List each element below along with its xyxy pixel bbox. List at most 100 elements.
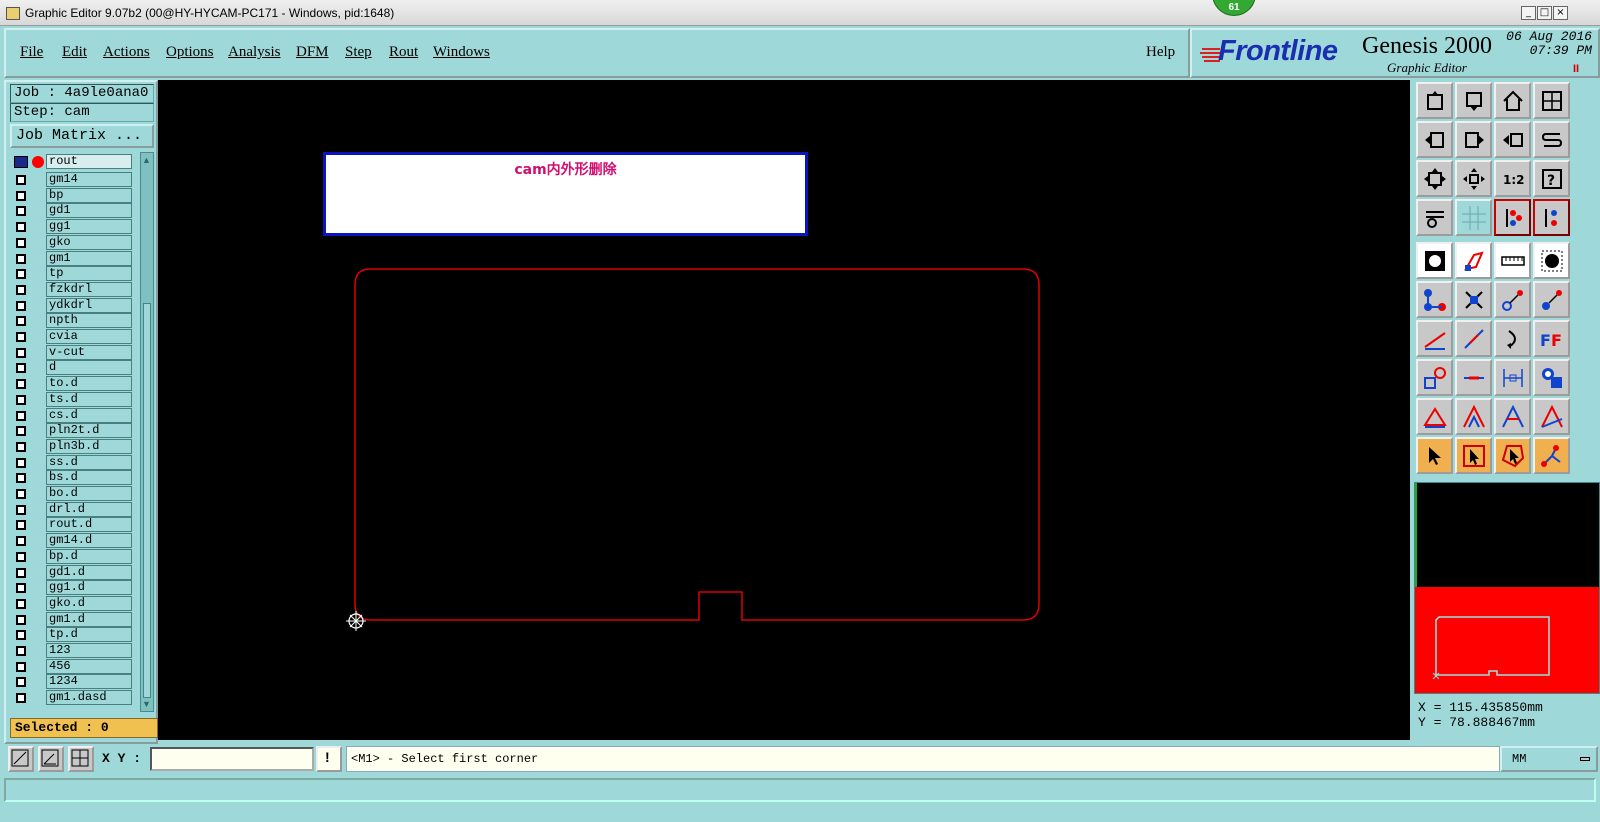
zoom-out-icon[interactable] xyxy=(8,746,34,772)
layer-name[interactable]: 123 xyxy=(46,643,132,658)
layer-checkbox[interactable] xyxy=(16,441,26,452)
layer-checkbox[interactable] xyxy=(16,426,26,437)
layer-checkbox[interactable] xyxy=(16,237,26,248)
layer-name[interactable]: gm14.d xyxy=(46,533,132,549)
tool-triangle-both-icon[interactable] xyxy=(1533,398,1570,435)
layer-checkbox[interactable] xyxy=(16,284,26,295)
layer-name[interactable]: gm1.d xyxy=(46,611,132,627)
tool-triangle-red-icon[interactable] xyxy=(1416,398,1453,435)
layer-checkbox[interactable] xyxy=(16,410,26,421)
layer-scrollbar[interactable]: ▲ ▼ xyxy=(140,152,154,712)
menu-edit[interactable]: Edit xyxy=(62,44,87,61)
layer-row[interactable]: gg1 xyxy=(10,219,136,235)
menu-file[interactable]: File xyxy=(20,44,43,61)
layer-row[interactable]: gko xyxy=(10,234,136,251)
layer-name-active[interactable]: rout xyxy=(46,154,132,169)
layer-row[interactable]: gm1.dasd xyxy=(10,690,136,706)
tool-select-net-icon[interactable] xyxy=(1533,437,1570,474)
layer-name[interactable]: pln3b.d xyxy=(46,438,132,454)
layer-row[interactable]: to.d xyxy=(10,376,136,392)
close-button[interactable]: × xyxy=(1553,6,1568,20)
layer-row[interactable]: 456 xyxy=(10,658,136,675)
tool-text-f-icon[interactable]: FF xyxy=(1533,320,1570,357)
tool-line-angle-icon[interactable] xyxy=(1416,320,1453,357)
layer-row[interactable]: drl.d xyxy=(10,501,136,518)
layer-name[interactable]: gm1.dasd xyxy=(46,690,132,706)
layer-row[interactable]: tp xyxy=(10,266,136,282)
layer-name[interactable]: gko.d xyxy=(46,595,132,611)
layer-checkbox[interactable] xyxy=(16,598,26,609)
menu-dfm[interactable]: DFM xyxy=(296,44,329,61)
layer-checkbox[interactable] xyxy=(16,536,26,547)
layer-row[interactable]: bp.d xyxy=(10,548,136,565)
layer-name[interactable]: fzkdrl xyxy=(46,281,132,297)
layer-checkbox[interactable] xyxy=(16,347,26,358)
tool-redraw-icon[interactable] xyxy=(1533,121,1570,158)
scroll-down-icon[interactable]: ▼ xyxy=(142,699,152,709)
layer-checkbox[interactable] xyxy=(16,269,26,280)
minimize-button[interactable]: _ xyxy=(1521,6,1536,20)
tool-zoom-window-icon[interactable] xyxy=(1533,82,1570,119)
layer-checkbox[interactable] xyxy=(16,504,26,515)
menu-windows[interactable]: Windows xyxy=(433,44,490,61)
layer-checkbox[interactable] xyxy=(16,457,26,468)
graphics-canvas[interactable]: cam内外形删除 xyxy=(158,80,1410,740)
job-matrix-button[interactable]: Job Matrix ... xyxy=(10,124,154,148)
layer-name[interactable]: rout.d xyxy=(46,517,132,533)
layer-name[interactable]: ss.d xyxy=(46,454,132,470)
tool-round-pad-icon[interactable] xyxy=(1533,242,1570,279)
layer-name[interactable]: gd1 xyxy=(46,203,132,219)
tool-select-poly-icon[interactable] xyxy=(1494,437,1531,474)
layer-checkbox[interactable] xyxy=(16,379,26,390)
layer-name[interactable]: drl.d xyxy=(46,501,132,517)
tool-copy-point-icon[interactable] xyxy=(1533,281,1570,318)
tool-arc-icon[interactable] xyxy=(1494,320,1531,357)
tool-feature-icon[interactable] xyxy=(1533,359,1570,396)
tool-select-icon[interactable] xyxy=(1416,437,1453,474)
notification-badge[interactable]: 61 xyxy=(1212,0,1256,16)
tool-close-icon[interactable] xyxy=(1455,82,1492,119)
warning-icon[interactable]: ! xyxy=(316,746,342,772)
layer-name[interactable]: ts.d xyxy=(46,391,132,407)
layer-row[interactable]: 123 xyxy=(10,643,136,659)
layer-row[interactable]: npth xyxy=(10,313,136,329)
layer-checkbox[interactable] xyxy=(16,175,26,185)
layer-checkbox[interactable] xyxy=(16,316,26,327)
tool-move-point-icon[interactable] xyxy=(1494,281,1531,318)
tool-dimension-icon[interactable] xyxy=(1494,359,1531,396)
tool-scale-1-2-icon[interactable]: 1:2 xyxy=(1494,160,1531,197)
layer-row[interactable]: 1234 xyxy=(10,674,136,690)
layer-checkbox[interactable] xyxy=(16,551,26,562)
menu-help[interactable]: Help xyxy=(1146,44,1175,61)
layer-checkbox[interactable] xyxy=(16,583,26,594)
units-selector[interactable]: MM xyxy=(1500,746,1598,772)
layer-checkbox[interactable] xyxy=(16,300,26,311)
layer-checkbox[interactable] xyxy=(16,614,26,625)
layer-name[interactable]: cvia xyxy=(46,329,132,344)
menu-analysis[interactable]: Analysis xyxy=(228,44,281,61)
layer-row[interactable]: gm1 xyxy=(10,250,136,267)
tool-snap-on-icon[interactable] xyxy=(1494,199,1531,236)
layer-name[interactable]: d xyxy=(46,360,132,376)
layer-checkbox[interactable] xyxy=(16,646,26,656)
layer-checkbox[interactable] xyxy=(16,394,26,405)
layer-row[interactable]: tp.d xyxy=(10,627,136,643)
layer-name[interactable]: gko xyxy=(46,234,132,250)
overview-map[interactable] xyxy=(1414,482,1600,694)
layer-name[interactable]: 1234 xyxy=(46,674,132,690)
tool-delete-point-icon[interactable] xyxy=(1455,281,1492,318)
tool-line-icon[interactable] xyxy=(1455,320,1492,357)
tool-pan-left-icon[interactable] xyxy=(1416,121,1453,158)
tool-open-icon[interactable] xyxy=(1416,82,1453,119)
layer-checkbox[interactable] xyxy=(16,661,26,672)
layer-checkbox[interactable] xyxy=(16,190,26,201)
layer-row[interactable]: gg1.d xyxy=(10,580,136,596)
layer-checkbox[interactable] xyxy=(16,253,26,264)
layer-row[interactable]: ydkdrl xyxy=(10,297,136,314)
tool-pan-both-icon[interactable] xyxy=(1494,121,1531,158)
tool-fit-icon[interactable] xyxy=(1416,160,1453,197)
layer-row[interactable]: cs.d xyxy=(10,407,136,424)
layer-name[interactable]: gg1 xyxy=(46,219,132,235)
layer-name[interactable]: npth xyxy=(46,313,132,329)
layer-row[interactable]: ss.d xyxy=(10,454,136,471)
